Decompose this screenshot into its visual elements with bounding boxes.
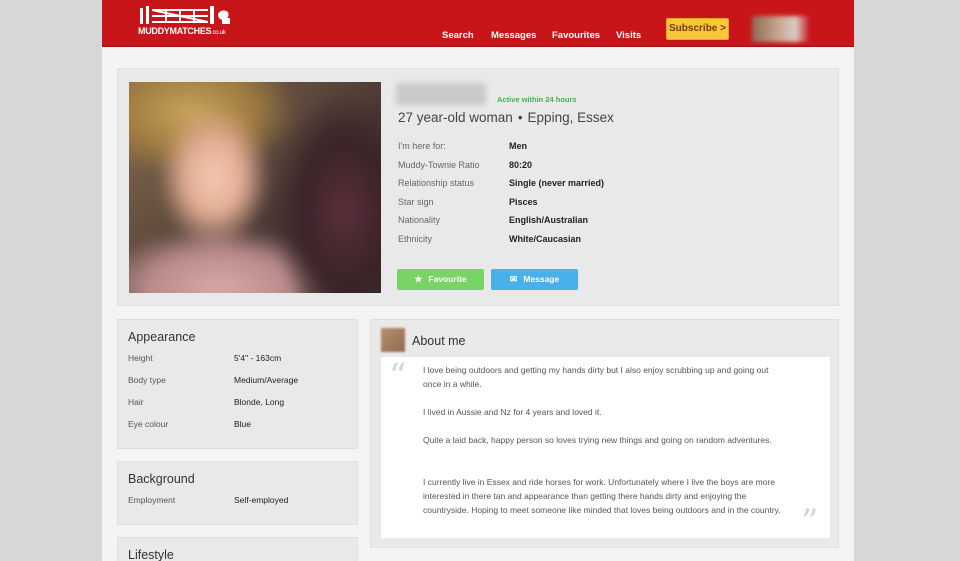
about-paragraph: I currently live in Essex and ride horse… <box>423 477 781 515</box>
separator-dot: • <box>517 110 523 125</box>
logo-suffix: .co.uk <box>211 30 226 36</box>
lifestyle-title: Lifestyle <box>128 548 174 561</box>
user-avatar[interactable] <box>752 16 810 42</box>
subscribe-button[interactable]: Subscribe > <box>666 18 729 40</box>
quote-close-icon: ” <box>801 502 819 542</box>
background-label: Employment <box>128 495 176 505</box>
detail-label: Star sign <box>398 196 434 207</box>
profile-photo[interactable] <box>129 82 381 293</box>
appearance-value: Medium/Average <box>234 375 299 385</box>
detail-value: Men <box>509 141 527 151</box>
age-gender: 27 year-old woman <box>398 110 513 125</box>
profile-name-redacted <box>396 83 486 105</box>
about-title: About me <box>412 334 466 348</box>
detail-label: Nationality <box>398 215 441 226</box>
appearance-label: Hair <box>128 397 144 407</box>
background-value: Self-employed <box>234 495 289 505</box>
appearance-label: Body type <box>128 375 166 385</box>
profile-headline: 27 year-old woman • Epping, Essex <box>398 110 614 125</box>
envelope-icon: ✉ <box>509 274 518 284</box>
profile-card: Active within 24 hours 27 year-old woman… <box>117 68 839 306</box>
star-icon: ★ <box>414 274 423 284</box>
detail-value: Pisces <box>509 196 538 207</box>
gate-logo-icon <box>140 6 230 24</box>
about-section: About me “ I love being outdoors and get… <box>370 319 839 548</box>
logo[interactable]: MUDDYMATCHES.co.uk <box>138 4 234 40</box>
appearance-title: Appearance <box>128 330 196 344</box>
detail-label: I'm here for: <box>398 141 446 151</box>
about-paragraph: I lived in Aussie and Nz for 4 years and… <box>423 407 602 417</box>
about-paragraph: Quite a laid back, happy person so loves… <box>423 435 772 445</box>
detail-label: Ethnicity <box>398 233 433 244</box>
nav-favourites[interactable]: Favourites <box>552 30 600 41</box>
logo-text: MUDDYMATCHES <box>138 26 212 36</box>
appearance-label: Height <box>128 353 153 363</box>
lifestyle-section: Lifestyle <box>117 537 358 561</box>
logo-wordmark: MUDDYMATCHES.co.uk <box>138 26 238 36</box>
header: MUDDYMATCHES.co.uk Search Messages Favou… <box>102 0 854 47</box>
appearance-label: Eye colour <box>128 419 169 429</box>
location: Epping, Essex <box>527 110 614 125</box>
message-label: Message <box>523 274 560 284</box>
appearance-section: Appearance Height 5'4" - 163cm Body type M… <box>117 319 358 449</box>
about-avatar <box>381 328 405 352</box>
background-title: Background <box>128 472 195 486</box>
appearance-value: Blonde, Long <box>234 397 285 407</box>
nav-search[interactable]: Search <box>442 30 474 41</box>
detail-label: Muddy-Townie Ratio <box>398 159 480 170</box>
detail-value: English/Australian <box>509 215 589 226</box>
quote-open-icon: “ <box>389 356 407 396</box>
site-container: MUDDYMATCHES.co.uk Search Messages Favou… <box>102 0 854 561</box>
appearance-value: Blue <box>234 419 252 429</box>
appearance-value: 5'4" - 163cm <box>234 353 282 363</box>
detail-label: Relationship status <box>398 178 475 189</box>
detail-value: White/Caucasian <box>509 233 582 244</box>
detail-value: Single (never married) <box>509 178 605 189</box>
favourite-button[interactable]: ★ Favourite <box>397 269 484 290</box>
nav-visits[interactable]: Visits <box>616 30 641 41</box>
about-body: “ I love being outdoors and getting my h… <box>381 356 830 542</box>
favourite-label: Favourite <box>428 274 467 284</box>
message-button[interactable]: ✉ Message <box>491 269 578 290</box>
about-paragraph: I love being outdoors and getting my han… <box>423 365 769 389</box>
nav-messages[interactable]: Messages <box>491 30 536 41</box>
activity-status: Active within 24 hours <box>497 95 577 104</box>
background-section: Background Employment Self-employed <box>117 461 358 525</box>
detail-value: 80:20 <box>509 159 533 170</box>
